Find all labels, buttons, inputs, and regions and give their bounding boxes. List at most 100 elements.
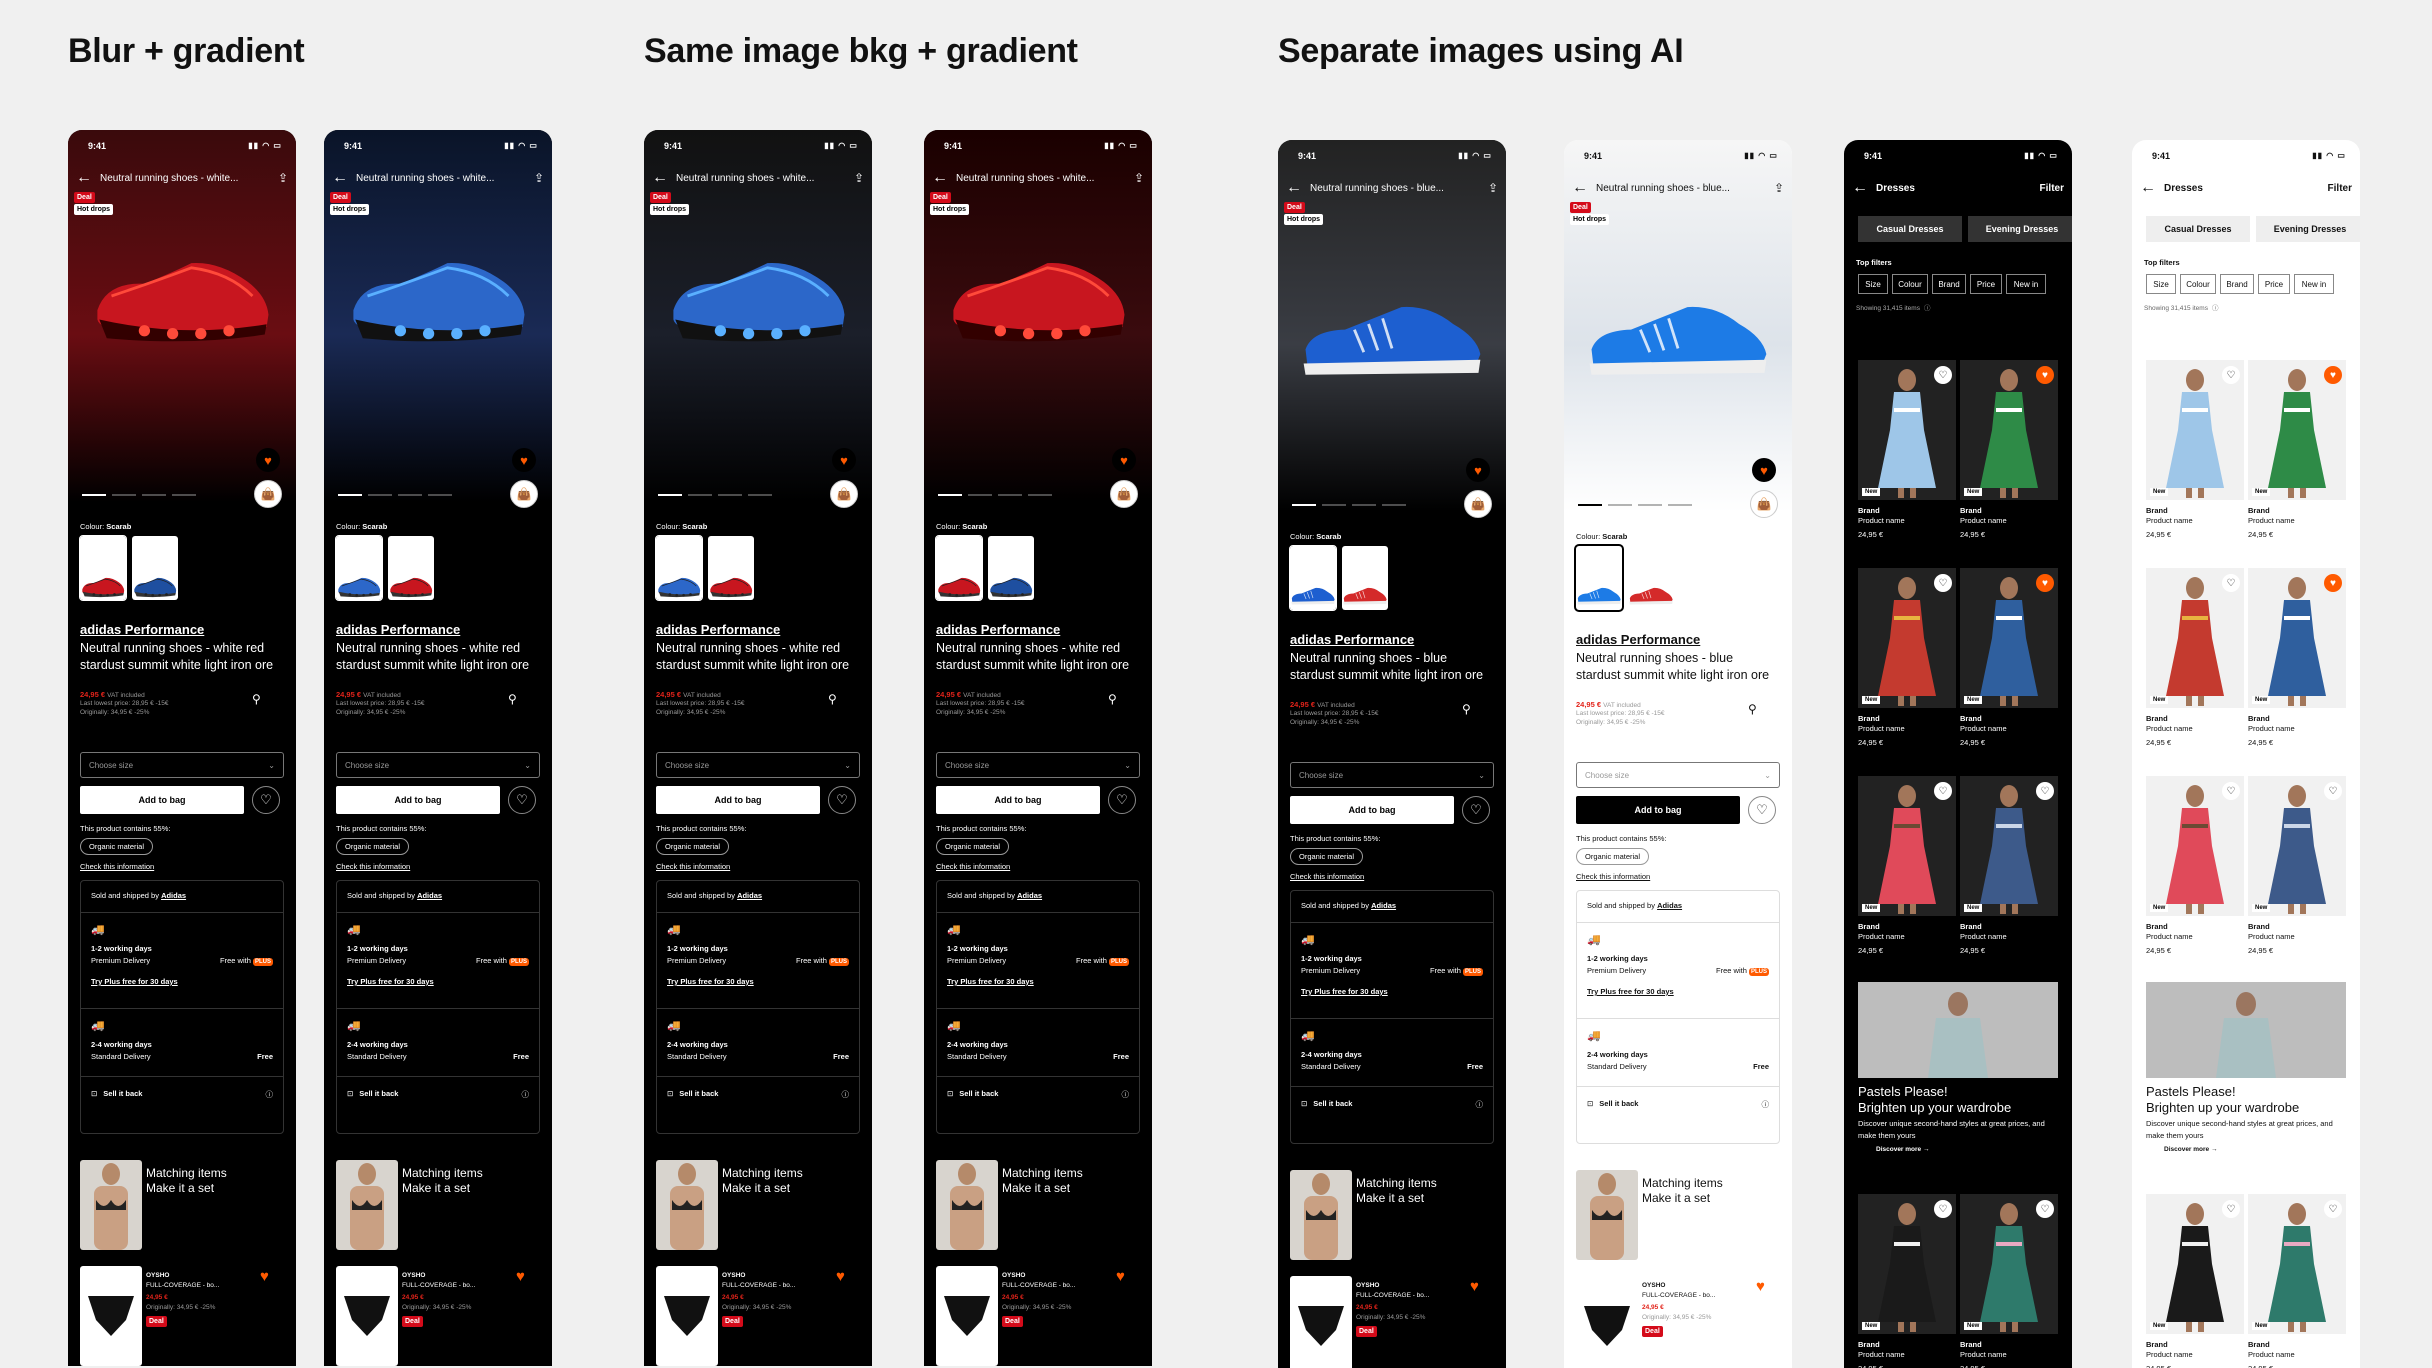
wishlist-heart-icon[interactable]: ♡ xyxy=(1462,796,1490,824)
product-card-image[interactable]: New ♡ xyxy=(2146,568,2244,708)
filter-button[interactable]: Filter xyxy=(2328,183,2352,194)
product-heart-icon[interactable]: ♡ xyxy=(1934,366,1952,384)
sold-by-link[interactable]: Adidas xyxy=(737,891,762,900)
sold-by-link[interactable]: Adidas xyxy=(1017,891,1042,900)
promo-cta[interactable]: Discover more → xyxy=(1876,1146,2060,1153)
promo-banner-image[interactable] xyxy=(1858,982,2058,1078)
recommendation-image[interactable] xyxy=(1290,1276,1352,1368)
product-card-image[interactable]: New ♡ xyxy=(2248,1194,2346,1334)
add-to-bag-button[interactable]: Add to bag xyxy=(656,786,820,814)
back-arrow-icon[interactable]: ← xyxy=(1286,180,1302,196)
filter-chip-new-in[interactable]: New in xyxy=(2006,274,2046,294)
wishlist-heart-icon[interactable]: ♡ xyxy=(252,786,280,814)
tab-evening-dresses[interactable]: Evening Dresses xyxy=(2256,216,2360,242)
tab-casual-dresses[interactable]: Casual Dresses xyxy=(1858,216,1962,242)
try-plus-link[interactable]: Try Plus free for 30 days xyxy=(667,977,849,986)
organic-material-chip[interactable]: Organic material xyxy=(936,838,1010,855)
product-heart-icon[interactable]: ♡ xyxy=(2222,366,2240,384)
favourite-heart-icon[interactable]: ♥ xyxy=(512,448,536,472)
favourite-heart-icon[interactable]: ♥ xyxy=(1466,458,1490,482)
product-heart-icon[interactable]: ♡ xyxy=(2222,574,2240,592)
info-icon[interactable]: ⓘ xyxy=(1476,1099,1484,1111)
size-guide-icon[interactable]: ⚲ xyxy=(1748,702,1757,716)
filter-button[interactable]: Filter xyxy=(2040,183,2064,194)
organic-material-chip[interactable]: Organic material xyxy=(1290,848,1364,865)
colour-swatch-selected[interactable] xyxy=(335,535,383,601)
check-info-link[interactable]: Check this information xyxy=(80,862,284,871)
recommendation-image[interactable] xyxy=(936,1266,998,1366)
recommendation-image[interactable] xyxy=(656,1266,718,1366)
organic-material-chip[interactable]: Organic material xyxy=(336,838,410,855)
favourite-heart-icon[interactable]: ♥ xyxy=(832,448,856,472)
product-heart-icon[interactable]: ♡ xyxy=(1934,574,1952,592)
product-card-image[interactable]: New ♡ xyxy=(1858,1194,1956,1334)
size-select[interactable]: Choose size ⌄ xyxy=(80,752,284,778)
rec-heart-icon[interactable]: ♥ xyxy=(516,1268,525,1285)
sell-back-row[interactable]: ⊡ Sell it back ⓘ xyxy=(1291,1087,1493,1123)
matching-item-image[interactable] xyxy=(1290,1170,1352,1260)
brand-link[interactable]: adidas Performance xyxy=(1576,632,1780,647)
product-heart-icon[interactable]: ♡ xyxy=(2324,1200,2342,1218)
size-guide-icon[interactable]: ⚲ xyxy=(252,692,261,706)
product-card-image[interactable]: New ♡ xyxy=(1858,776,1956,916)
check-info-link[interactable]: Check this information xyxy=(656,862,860,871)
product-card-image[interactable]: New ♡ xyxy=(2146,776,2244,916)
filter-chip-size[interactable]: Size xyxy=(2146,274,2176,294)
brand-link[interactable]: adidas Performance xyxy=(1290,632,1494,647)
matching-item-image[interactable] xyxy=(656,1160,718,1250)
share-icon[interactable]: ⇪ xyxy=(278,171,288,185)
back-arrow-icon[interactable]: ← xyxy=(652,170,668,186)
wishlist-heart-icon[interactable]: ♡ xyxy=(828,786,856,814)
colour-swatch-selected[interactable] xyxy=(79,535,127,601)
info-icon[interactable]: ⓘ xyxy=(842,1089,850,1101)
add-to-bag-button[interactable]: Add to bag xyxy=(1290,796,1454,824)
colour-swatch-selected[interactable] xyxy=(1574,544,1624,612)
rec-heart-icon[interactable]: ♥ xyxy=(836,1268,845,1285)
back-arrow-icon[interactable]: ← xyxy=(1852,180,1868,196)
sold-by-link[interactable]: Adidas xyxy=(417,891,442,900)
share-icon[interactable]: ⇪ xyxy=(1134,171,1144,185)
product-card-image[interactable]: New ♥ xyxy=(1960,568,2058,708)
matching-item-image[interactable] xyxy=(336,1160,398,1250)
colour-swatch-selected[interactable] xyxy=(655,535,703,601)
product-card-image[interactable]: New ♥ xyxy=(1960,360,2058,500)
product-card-image[interactable]: New ♡ xyxy=(1960,776,2058,916)
sell-back-row[interactable]: ⊡ Sell it back ⓘ xyxy=(657,1077,859,1113)
organic-material-chip[interactable]: Organic material xyxy=(80,838,154,855)
filter-chip-price[interactable]: Price xyxy=(1970,274,2002,294)
try-plus-link[interactable]: Try Plus free for 30 days xyxy=(1587,987,1769,996)
filter-chip-size[interactable]: Size xyxy=(1858,274,1888,294)
rec-heart-icon[interactable]: ♥ xyxy=(1470,1278,1479,1295)
organic-material-chip[interactable]: Organic material xyxy=(656,838,730,855)
size-guide-icon[interactable]: ⚲ xyxy=(508,692,517,706)
rec-heart-icon[interactable]: ♥ xyxy=(1756,1278,1765,1295)
product-heart-icon[interactable]: ♡ xyxy=(2036,1200,2054,1218)
share-icon[interactable]: ⇪ xyxy=(534,171,544,185)
check-info-link[interactable]: Check this information xyxy=(936,862,1140,871)
add-to-bag-icon[interactable]: 👜 xyxy=(1110,480,1138,508)
size-select[interactable]: Choose size ⌄ xyxy=(936,752,1140,778)
check-info-link[interactable]: Check this information xyxy=(1290,872,1494,881)
tab-evening-dresses[interactable]: Evening Dresses xyxy=(1968,216,2072,242)
product-card-image[interactable]: New ♥ xyxy=(2248,360,2346,500)
colour-swatch[interactable] xyxy=(1342,546,1388,610)
product-card-image[interactable]: New ♡ xyxy=(1858,360,1956,500)
promo-cta[interactable]: Discover more → xyxy=(2164,1146,2348,1153)
size-select[interactable]: Choose size ⌄ xyxy=(656,752,860,778)
wishlist-heart-icon[interactable]: ♡ xyxy=(508,786,536,814)
colour-swatch[interactable] xyxy=(1628,546,1674,610)
brand-link[interactable]: adidas Performance xyxy=(656,622,860,637)
add-to-bag-icon[interactable]: 👜 xyxy=(830,480,858,508)
matching-item-image[interactable] xyxy=(936,1160,998,1250)
promo-banner-image[interactable] xyxy=(2146,982,2346,1078)
product-heart-icon[interactable]: ♡ xyxy=(2222,782,2240,800)
sell-back-row[interactable]: ⊡ Sell it back ⓘ xyxy=(337,1077,539,1113)
colour-swatch-selected[interactable] xyxy=(935,535,983,601)
matching-item-image[interactable] xyxy=(80,1160,142,1250)
back-arrow-icon[interactable]: ← xyxy=(76,170,92,186)
add-to-bag-button[interactable]: Add to bag xyxy=(936,786,1100,814)
filter-chip-colour[interactable]: Colour xyxy=(1892,274,1928,294)
product-card-image[interactable]: New ♡ xyxy=(1960,1194,2058,1334)
recommendation-image[interactable] xyxy=(80,1266,142,1366)
product-heart-icon[interactable]: ♡ xyxy=(2222,1200,2240,1218)
